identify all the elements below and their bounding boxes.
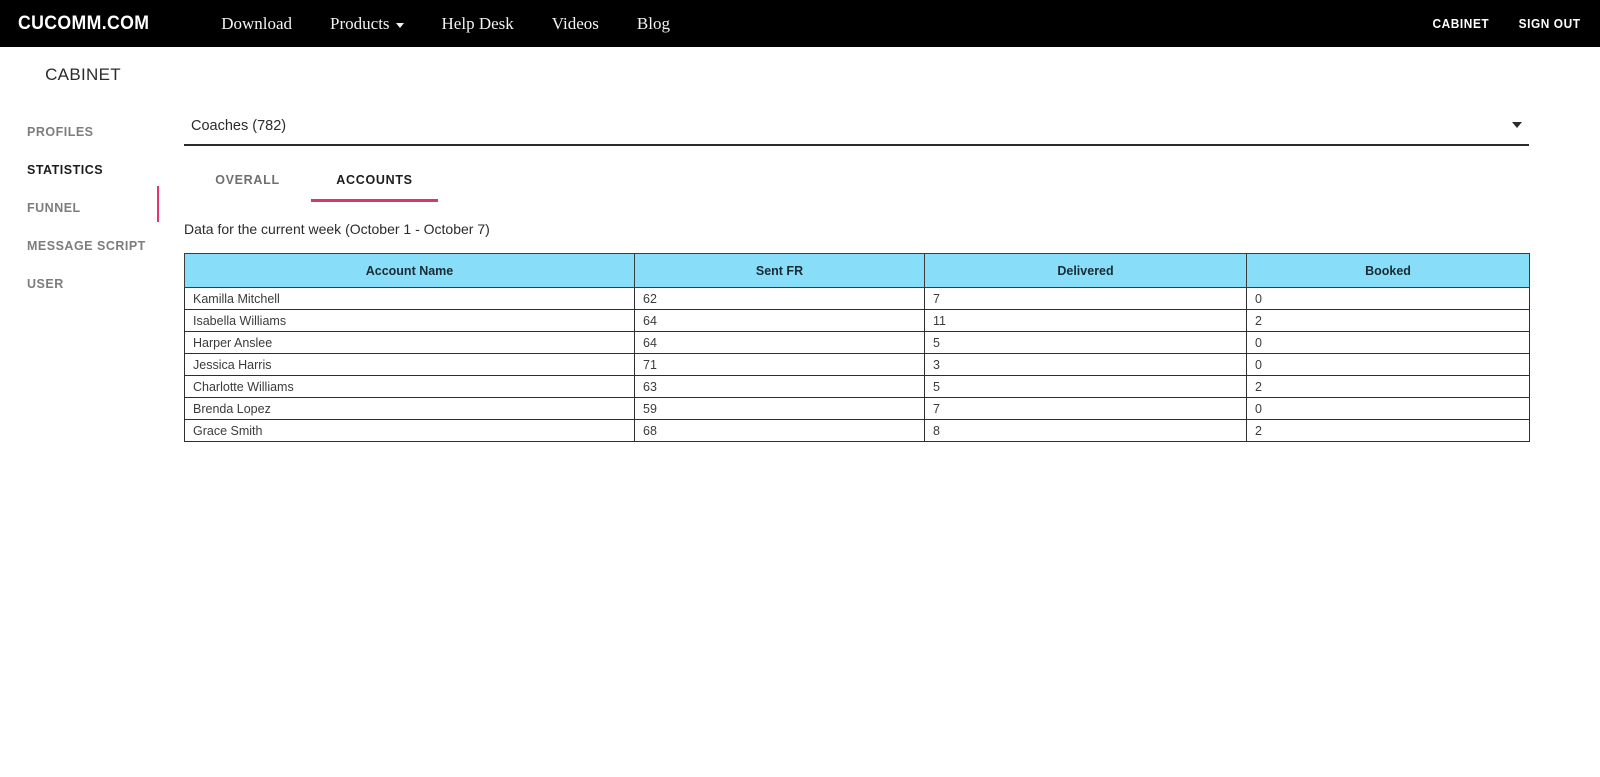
- tab-bar: OVERALL ACCOUNTS: [184, 162, 1600, 202]
- tab-overall[interactable]: OVERALL: [184, 162, 311, 198]
- nav-link-label: Help Desk: [441, 13, 514, 33]
- nav-link-videos[interactable]: Videos: [552, 14, 599, 34]
- cell-name: Charlotte Williams: [184, 375, 635, 398]
- nav-cabinet-link[interactable]: CABINET: [1433, 17, 1490, 31]
- tab-accounts[interactable]: ACCOUNTS: [311, 162, 438, 202]
- cell-delivered: 3: [924, 353, 1247, 376]
- cell-sent: 64: [634, 331, 925, 354]
- nav-right-group: CABINET SIGN OUT: [1431, 0, 1582, 47]
- main-nav: Download Products Help Desk Videos Blog: [221, 14, 670, 34]
- cell-booked: 2: [1246, 375, 1530, 398]
- cell-name: Jessica Harris: [184, 353, 635, 376]
- page-body: CABINET PROFILES STATISTICS FUNNEL MESSAGE …: [0, 47, 1600, 777]
- nav-link-label: Videos: [551, 13, 599, 33]
- table-row: Isabella Williams 64 11 2: [184, 309, 1530, 332]
- cell-delivered: 8: [924, 419, 1247, 442]
- group-select[interactable]: Coaches (782): [184, 108, 1529, 146]
- table-body: Kamilla Mitchell 62 7 0 Isabella Williams 64 1…: [184, 287, 1530, 442]
- table-row: Charlotte Williams 63 5 2: [184, 375, 1530, 398]
- cell-sent: 59: [634, 397, 925, 420]
- cell-sent: 63: [634, 375, 925, 398]
- cell-booked: 0: [1246, 397, 1530, 420]
- sidebar-item-profiles[interactable]: PROFILES: [0, 113, 160, 151]
- cell-name: Brenda Lopez: [184, 397, 635, 420]
- sidebar-item-label: USER: [27, 277, 64, 291]
- group-select-value: Coaches (782): [191, 118, 287, 134]
- nav-link-download[interactable]: Download: [221, 14, 292, 34]
- sidebar-item-user[interactable]: USER: [0, 265, 160, 303]
- cell-booked: 0: [1246, 287, 1530, 310]
- nav-link-label: Download: [221, 13, 293, 33]
- nav-link-blog[interactable]: Blog: [637, 14, 670, 34]
- main-content: Coaches (782) OVERALL ACCOUNTS Data for t…: [160, 47, 1600, 777]
- sidebar-menu: PROFILES STATISTICS FUNNEL MESSAGE SCRIPT US…: [0, 113, 160, 303]
- cell-delivered: 5: [924, 331, 1247, 354]
- data-range-caption: Data for the current week (October 1 - O…: [184, 221, 490, 237]
- sidebar-item-label: PROFILES: [27, 125, 94, 139]
- site-logo[interactable]: CUCOMM.COM: [18, 13, 149, 35]
- nav-sign-out-link[interactable]: SIGN OUT: [1518, 17, 1580, 31]
- cell-name: Kamilla Mitchell: [184, 287, 635, 310]
- cell-booked: 0: [1246, 353, 1530, 376]
- accounts-table-wrap: Account Name Sent FR Delivered Booked Kamil…: [184, 253, 1530, 442]
- nav-link-label: Blog: [636, 13, 670, 33]
- sidebar-item-label: STATISTICS: [27, 163, 104, 177]
- sidebar: CABINET PROFILES STATISTICS FUNNEL MESSAGE …: [0, 47, 160, 777]
- table-header-sent-fr: Sent FR: [634, 253, 925, 288]
- cell-sent: 71: [634, 353, 925, 376]
- sidebar-item-funnel[interactable]: FUNNEL: [0, 189, 160, 227]
- table-header-account-name: Account Name: [184, 253, 635, 288]
- cell-name: Grace Smith: [184, 419, 635, 442]
- sidebar-item-label: MESSAGE SCRIPT: [27, 239, 146, 253]
- cell-delivered: 5: [924, 375, 1247, 398]
- table-row: Grace Smith 68 8 2: [184, 419, 1530, 442]
- top-navbar: CUCOMM.COM Download Products Help Desk Vide…: [0, 0, 1600, 47]
- cell-delivered: 11: [924, 309, 1247, 332]
- table-header-delivered: Delivered: [924, 253, 1247, 288]
- sidebar-title: CABINET: [45, 65, 121, 84]
- cell-sent: 68: [634, 419, 925, 442]
- table-row: Brenda Lopez 59 7 0: [184, 397, 1530, 420]
- cell-name: Isabella Williams: [184, 309, 635, 332]
- nav-link-label: Products: [330, 13, 390, 33]
- sidebar-item-label: FUNNEL: [27, 201, 81, 215]
- nav-link-help-desk[interactable]: Help Desk: [442, 14, 514, 34]
- table-header-booked: Booked: [1246, 253, 1530, 288]
- sidebar-active-accent-bar: [157, 186, 159, 222]
- cell-delivered: 7: [924, 287, 1247, 310]
- cell-name: Harper Anslee: [184, 331, 635, 354]
- table-head: Account Name Sent FR Delivered Booked: [184, 253, 1530, 288]
- chevron-down-icon: [395, 23, 404, 28]
- cell-sent: 64: [634, 309, 925, 332]
- cell-sent: 62: [634, 287, 925, 310]
- nav-link-products[interactable]: Products: [330, 14, 404, 34]
- sidebar-item-message-script[interactable]: MESSAGE SCRIPT: [0, 227, 160, 265]
- table-row: Jessica Harris 71 3 0: [184, 353, 1530, 376]
- cell-booked: 0: [1246, 331, 1530, 354]
- table-header-row: Account Name Sent FR Delivered Booked: [184, 253, 1530, 288]
- table-row: Kamilla Mitchell 62 7 0: [184, 287, 1530, 310]
- sidebar-item-statistics[interactable]: STATISTICS: [0, 151, 160, 189]
- cell-delivered: 7: [924, 397, 1247, 420]
- cell-booked: 2: [1246, 309, 1530, 332]
- table-row: Harper Anslee 64 5 0: [184, 331, 1530, 354]
- chevron-down-icon: [1512, 122, 1522, 128]
- cell-booked: 2: [1246, 419, 1530, 442]
- accounts-table: Account Name Sent FR Delivered Booked Kamil…: [184, 253, 1530, 442]
